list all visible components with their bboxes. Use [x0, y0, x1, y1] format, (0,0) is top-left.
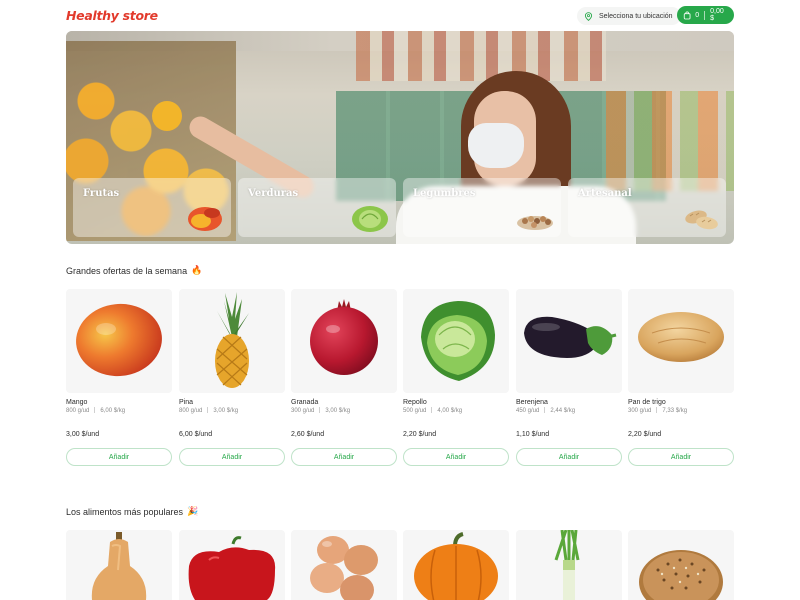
- leek-icon: [554, 530, 580, 600]
- beans-icon: [517, 216, 553, 230]
- product-price: 6,00 $/und: [179, 431, 213, 438]
- product-image: [66, 289, 172, 393]
- product-meta: 300 g/ud 3,00 $/kg: [291, 407, 350, 414]
- product-price: 3,00 $/und: [66, 431, 100, 438]
- product-name: Mango: [66, 399, 88, 406]
- party-popper-icon: 🎉: [187, 506, 199, 516]
- product-meta: 800 g/ud 6,00 $/kg: [66, 407, 125, 414]
- add-to-cart-button[interactable]: Añadir: [403, 448, 509, 466]
- eggplant-icon: [524, 316, 617, 358]
- product-weight: 300 g/ud: [291, 408, 315, 414]
- pomegranate-icon: [310, 299, 378, 375]
- product-image: [179, 289, 285, 393]
- category-label: Legumbres: [413, 188, 476, 199]
- butternut-squash-icon: [91, 532, 147, 600]
- popular-product-card[interactable]: [179, 530, 285, 600]
- cart-divider: [704, 10, 706, 20]
- hero-banner: Frutas Verduras Legumbres Artesanal: [66, 31, 734, 244]
- meta-divider: [94, 407, 96, 413]
- product-price: 1,10 $/und: [516, 431, 550, 438]
- pineapple-icon: [215, 292, 249, 388]
- meta-divider: [319, 407, 321, 413]
- mango-icon: [188, 207, 222, 231]
- hero-shopper-mask: [468, 123, 524, 168]
- add-to-cart-button[interactable]: Añadir: [291, 448, 397, 466]
- category-card-frutas[interactable]: Frutas: [73, 178, 231, 237]
- add-to-cart-button[interactable]: Añadir: [179, 448, 285, 466]
- add-to-cart-button[interactable]: Añadir: [66, 448, 172, 466]
- product-name: Pina: [179, 399, 194, 406]
- section-title-text: Los alimentos más populares: [66, 506, 184, 517]
- popular-product-card[interactable]: [516, 530, 622, 600]
- hero-backdrop-shelf: [356, 31, 606, 81]
- product-price-per-kg: 6,00 $/kg: [100, 408, 126, 414]
- red-pepper-icon: [188, 536, 276, 600]
- product-meta: 300 g/ud 7,33 $/kg: [628, 407, 687, 414]
- product-price-per-kg: 4,00 $/kg: [437, 408, 463, 414]
- add-to-cart-button[interactable]: Añadir: [628, 448, 734, 466]
- header: Healthy store Selecciona tu ubicación 0 …: [0, 0, 800, 30]
- product-meta: 800 g/ud 3,00 $/kg: [179, 407, 238, 414]
- location-selector[interactable]: Selecciona tu ubicación: [577, 7, 681, 25]
- cabbage-icon: [352, 206, 388, 232]
- product-weight: 500 g/ud: [403, 408, 427, 414]
- category-card-artesanal[interactable]: Artesanal: [568, 178, 726, 237]
- cart-total: 0,00 $: [710, 8, 724, 22]
- cart-count: 0: [695, 11, 700, 19]
- product-name: Pan de trigo: [628, 399, 666, 406]
- eggs-icon: [310, 536, 378, 600]
- meta-divider: [656, 407, 658, 413]
- add-to-cart-button[interactable]: Añadir: [516, 448, 622, 466]
- product-name: Granada: [291, 399, 319, 406]
- category-card-legumbres[interactable]: Legumbres: [403, 178, 561, 237]
- popular-product-card[interactable]: [291, 530, 397, 600]
- shopping-bag-icon: [683, 11, 691, 19]
- product-name: Repollo: [403, 399, 427, 406]
- product-price: 2,60 $/und: [291, 431, 325, 438]
- location-pin-icon: [584, 11, 593, 21]
- product-price-per-kg: 2,44 $/kg: [550, 408, 576, 414]
- product-meta: 500 g/ud 4,00 $/kg: [403, 407, 462, 414]
- category-card-verduras[interactable]: Verduras: [238, 178, 396, 237]
- product-weight: 800 g/ud: [66, 408, 90, 414]
- category-label: Artesanal: [578, 188, 632, 199]
- section-title-text: Grandes ofertas de la semana: [66, 265, 188, 276]
- product-price-per-kg: 3,00 $/kg: [213, 408, 239, 414]
- bread-icon: [638, 312, 724, 362]
- cabbage-icon: [421, 301, 495, 381]
- product-image: [291, 289, 397, 393]
- pumpkin-icon: [414, 532, 498, 600]
- popular-product-card[interactable]: [403, 530, 509, 600]
- popular-section-title: Los alimentos más populares 🎉: [66, 506, 198, 517]
- product-meta: 450 g/ud 2,44 $/kg: [516, 407, 575, 414]
- product-weight: 450 g/ud: [516, 408, 540, 414]
- category-label: Frutas: [83, 188, 120, 199]
- product-weight: 800 g/ud: [179, 408, 203, 414]
- meta-divider: [544, 407, 546, 413]
- category-label: Verduras: [248, 188, 299, 199]
- product-image: [516, 289, 622, 393]
- meta-divider: [431, 407, 433, 413]
- hero-backdrop-produce: [606, 91, 734, 191]
- product-price-per-kg: 3,00 $/kg: [325, 408, 351, 414]
- location-label: Selecciona tu ubicación: [599, 12, 673, 20]
- product-price: 2,20 $/und: [628, 431, 662, 438]
- mango-icon: [76, 303, 162, 377]
- product-name: Berenjena: [516, 399, 548, 406]
- offers-section-title: Grandes ofertas de la semana 🔥: [66, 265, 202, 276]
- popular-product-card[interactable]: [66, 530, 172, 600]
- product-image: [403, 289, 509, 393]
- seeded-bread-icon: [639, 550, 723, 600]
- product-image: [628, 289, 734, 393]
- product-weight: 300 g/ud: [628, 408, 652, 414]
- logo[interactable]: Healthy store: [66, 8, 158, 23]
- popular-product-card[interactable]: [628, 530, 734, 600]
- bread-icon: [685, 210, 718, 230]
- meta-divider: [207, 407, 209, 413]
- fire-icon: 🔥: [191, 265, 203, 275]
- cart-button[interactable]: 0 0,00 $: [677, 6, 734, 24]
- product-price-per-kg: 7,33 $/kg: [662, 408, 688, 414]
- hero-held-fruit: [152, 101, 182, 131]
- product-price: 2,20 $/und: [403, 431, 437, 438]
